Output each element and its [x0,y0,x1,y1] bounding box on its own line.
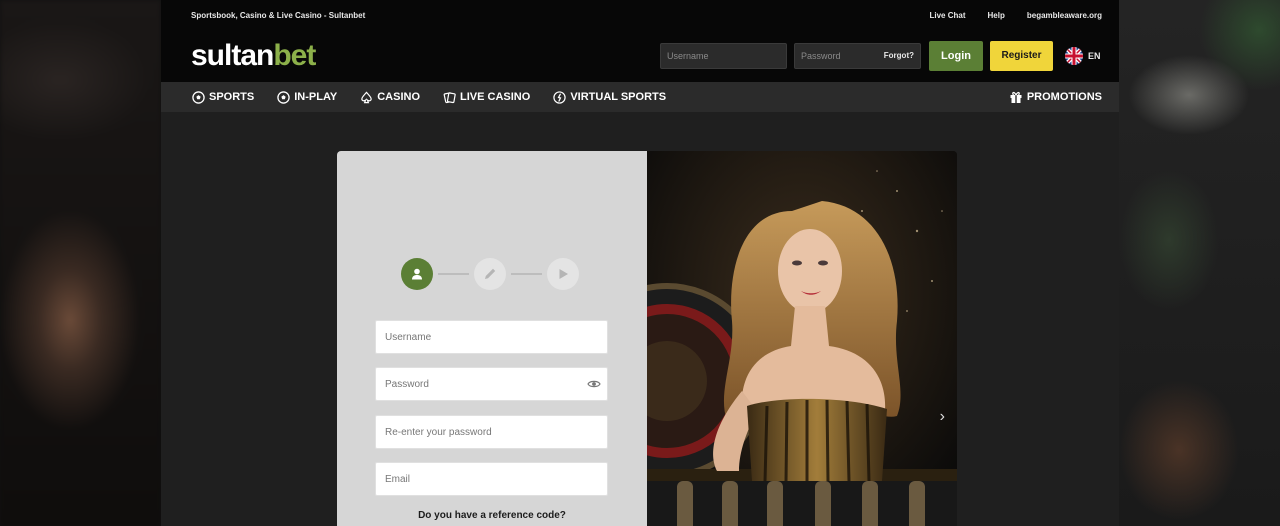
nav-label-sports: SPORTS [209,91,255,103]
begambleaware-link[interactable]: begambleaware.org [1027,11,1102,20]
runner-icon [553,90,566,104]
register-repassword-placeholder: Re-enter your password [385,426,492,438]
register-email-input[interactable]: Email [375,462,608,496]
step-details [474,258,506,290]
live-chat-link[interactable]: Live Chat [930,11,966,20]
play-icon [559,269,568,279]
nav-item-virtual-sports[interactable]: VIRTUAL SPORTS [553,90,667,104]
step-account [401,258,433,290]
register-username-input[interactable]: Username [375,320,608,354]
nav-item-casino[interactable]: CASINO [360,90,421,104]
eye-icon[interactable] [587,379,601,389]
top-header: Sportsbook, Casino & Live Casino - Sulta… [161,0,1119,82]
logo-text-primary: sultan [191,39,274,72]
main-nav: SPORTS IN-PLAY CASINO LIVE CASINO VIRTUA… [161,82,1119,112]
header-username-placeholder: Username [667,50,709,61]
reference-code-toggle[interactable]: Do you have a reference code? [337,510,647,521]
registration-modal: Username Password Re-enter your password… [337,151,957,526]
cards-icon [443,91,456,103]
help-link[interactable]: Help [988,11,1005,20]
nav-label-in-play: IN-PLAY [294,91,338,103]
register-username-placeholder: Username [385,331,432,343]
register-password-input[interactable]: Password [375,367,608,401]
header-login-form: Username Password Forgot? Login Register [660,40,1101,71]
soccer-ball-icon [192,90,205,104]
soccer-ball-icon [277,90,290,104]
promo-image-panel: › [647,151,957,526]
language-selector[interactable]: EN [1065,46,1101,65]
promotions-label: PROMOTIONS [1026,91,1102,103]
language-code: EN [1088,50,1101,61]
pencil-icon [485,268,496,279]
nav-label-casino: CASINO [377,91,421,103]
step-connector [511,273,542,275]
uk-flag-icon [1065,46,1083,65]
user-icon [412,268,422,280]
page-container: Sportsbook, Casino & Live Casino - Sulta… [161,0,1119,526]
spade-icon [361,90,372,103]
header-password-input[interactable]: Password Forgot? [794,42,921,69]
header-username-input[interactable]: Username [660,42,787,69]
registration-steps [401,258,579,290]
forgot-password-link[interactable]: Forgot? [884,51,914,60]
registration-form-panel: Username Password Re-enter your password… [337,151,647,526]
background-right [1119,0,1280,526]
nav-label-live-casino: LIVE CASINO [460,91,531,103]
site-logo[interactable]: sultanbet [191,39,316,72]
header-password-placeholder: Password [801,50,841,61]
site-tagline: Sportsbook, Casino & Live Casino - Sulta… [191,11,366,20]
nav-items: SPORTS IN-PLAY CASINO LIVE CASINO VIRTUA… [192,82,666,112]
casino-hostess-image [647,151,957,526]
register-repassword-input[interactable]: Re-enter your password [375,415,608,449]
chevron-right-icon[interactable]: › [940,408,945,426]
register-button[interactable]: Register [990,40,1053,71]
nav-item-promotions[interactable]: PROMOTIONS [1009,82,1102,112]
nav-label-virtual-sports: VIRTUAL SPORTS [570,91,667,103]
nav-item-sports[interactable]: SPORTS [192,90,255,104]
register-password-placeholder: Password [385,378,429,390]
logo-text-accent: bet [273,39,316,72]
step-confirm [547,258,579,290]
background-left [0,0,161,526]
step-connector [438,273,469,275]
top-links: Live Chat Help begambleaware.org [930,11,1103,20]
nav-item-live-casino[interactable]: LIVE CASINO [443,91,530,104]
nav-item-in-play[interactable]: IN-PLAY [277,90,338,104]
gift-icon [1010,91,1022,103]
register-email-placeholder: Email [385,473,411,485]
login-button[interactable]: Login [929,40,983,71]
